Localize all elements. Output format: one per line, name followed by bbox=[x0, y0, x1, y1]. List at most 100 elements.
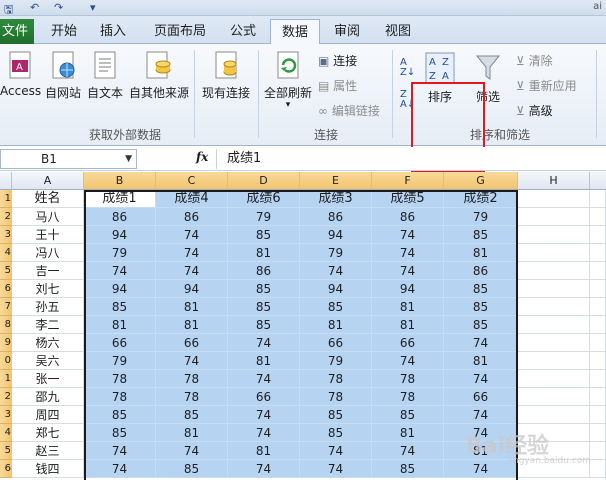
column-header-a[interactable]: A bbox=[12, 172, 84, 190]
table-cell[interactable]: 85 bbox=[444, 280, 518, 298]
table-cell[interactable]: 81 bbox=[300, 316, 372, 334]
table-cell[interactable]: 86 bbox=[228, 262, 300, 280]
table-cell[interactable] bbox=[590, 244, 606, 262]
refresh-all-button[interactable]: 全部刷新 ▾ bbox=[262, 50, 314, 110]
table-cell[interactable] bbox=[590, 226, 606, 244]
table-cell[interactable]: 74 bbox=[84, 460, 156, 478]
table-cell[interactable]: 66 bbox=[156, 334, 228, 352]
table-cell[interactable]: 78 bbox=[84, 370, 156, 388]
table-cell[interactable]: 94 bbox=[84, 226, 156, 244]
table-cell[interactable]: 85 bbox=[300, 406, 372, 424]
table-cell[interactable] bbox=[518, 280, 590, 298]
table-cell[interactable]: 79 bbox=[300, 352, 372, 370]
table-cell[interactable] bbox=[590, 208, 606, 226]
column-header-d[interactable]: D bbox=[228, 172, 300, 190]
table-cell[interactable] bbox=[518, 262, 590, 280]
table-cell[interactable] bbox=[518, 316, 590, 334]
row-header[interactable]: 6 bbox=[0, 460, 12, 478]
clear-button[interactable]: ⊻ 清除 bbox=[516, 52, 553, 69]
table-cell[interactable] bbox=[518, 352, 590, 370]
select-all-corner[interactable] bbox=[0, 172, 12, 190]
table-cell[interactable]: 74 bbox=[372, 442, 444, 460]
table-cell[interactable]: 周四 bbox=[12, 406, 84, 424]
table-cell[interactable]: 86 bbox=[156, 208, 228, 226]
table-cell[interactable]: 成绩6 bbox=[228, 190, 300, 208]
table-cell[interactable] bbox=[518, 244, 590, 262]
table-cell[interactable]: 66 bbox=[300, 334, 372, 352]
table-cell[interactable]: 成绩3 bbox=[300, 190, 372, 208]
table-cell[interactable]: 85 bbox=[228, 280, 300, 298]
table-cell[interactable]: 85 bbox=[156, 460, 228, 478]
table-cell[interactable]: 74 bbox=[156, 442, 228, 460]
sort-a-to-z-button[interactable]: A Z↓ bbox=[400, 58, 415, 78]
row-header[interactable]: 9 bbox=[0, 334, 12, 352]
table-cell[interactable]: 94 bbox=[300, 226, 372, 244]
table-cell[interactable]: 邵九 bbox=[12, 388, 84, 406]
formula-input[interactable]: 成绩1 bbox=[216, 149, 606, 169]
table-cell[interactable]: 81 bbox=[228, 352, 300, 370]
table-cell[interactable]: 74 bbox=[444, 370, 518, 388]
table-cell[interactable]: 冯八 bbox=[12, 244, 84, 262]
row-header[interactable]: 4 bbox=[0, 244, 12, 262]
table-cell[interactable]: 74 bbox=[300, 460, 372, 478]
table-cell[interactable]: 85 bbox=[156, 406, 228, 424]
table-cell[interactable]: 78 bbox=[372, 370, 444, 388]
from-web-button[interactable]: 自网站 bbox=[44, 50, 82, 101]
table-cell[interactable]: 姓名 bbox=[12, 190, 84, 208]
table-cell[interactable]: 94 bbox=[156, 280, 228, 298]
table-cell[interactable] bbox=[590, 442, 606, 460]
table-cell[interactable]: 74 bbox=[156, 352, 228, 370]
tab-view[interactable]: 视图 bbox=[376, 19, 420, 44]
table-cell[interactable]: 81 bbox=[156, 316, 228, 334]
table-cell[interactable]: 74 bbox=[156, 226, 228, 244]
table-cell[interactable]: 刘七 bbox=[12, 280, 84, 298]
table-cell[interactable] bbox=[518, 208, 590, 226]
table-cell[interactable]: 74 bbox=[84, 262, 156, 280]
table-cell[interactable]: 94 bbox=[84, 280, 156, 298]
table-cell[interactable] bbox=[518, 406, 590, 424]
table-cell[interactable]: 74 bbox=[444, 406, 518, 424]
table-cell[interactable]: 郑七 bbox=[12, 424, 84, 442]
table-cell[interactable]: 74 bbox=[300, 262, 372, 280]
customize-quick-access-icon[interactable]: ▾ bbox=[90, 1, 96, 14]
edit-links-button[interactable]: ∞ 编辑链接 bbox=[318, 102, 380, 119]
table-cell[interactable]: 81 bbox=[372, 424, 444, 442]
table-cell[interactable]: 吴六 bbox=[12, 352, 84, 370]
connections-button[interactable]: ▣ 连接 bbox=[318, 52, 357, 69]
name-box[interactable]: B1 ▼ bbox=[0, 149, 137, 169]
table-cell[interactable]: 85 bbox=[228, 226, 300, 244]
table-cell[interactable]: 81 bbox=[156, 298, 228, 316]
table-cell[interactable] bbox=[518, 334, 590, 352]
table-cell[interactable]: 74 bbox=[372, 244, 444, 262]
table-cell[interactable] bbox=[590, 388, 606, 406]
table-cell[interactable]: 85 bbox=[84, 298, 156, 316]
table-cell[interactable]: 张一 bbox=[12, 370, 84, 388]
table-cell[interactable]: 74 bbox=[372, 352, 444, 370]
row-header[interactable]: 2 bbox=[0, 388, 12, 406]
row-header[interactable]: 0 bbox=[0, 352, 12, 370]
tab-file[interactable]: 文件 bbox=[0, 19, 34, 44]
table-cell[interactable]: 李二 bbox=[12, 316, 84, 334]
table-cell[interactable]: 74 bbox=[84, 442, 156, 460]
table-cell[interactable] bbox=[590, 298, 606, 316]
row-header[interactable]: 2 bbox=[0, 208, 12, 226]
reapply-button[interactable]: ⊻ 重新应用 bbox=[516, 77, 577, 94]
table-cell[interactable]: 66 bbox=[228, 388, 300, 406]
table-cell[interactable]: 74 bbox=[300, 442, 372, 460]
existing-connections-button[interactable]: 现有连接 bbox=[198, 50, 254, 101]
table-cell[interactable] bbox=[590, 352, 606, 370]
table-cell[interactable] bbox=[590, 280, 606, 298]
row-header[interactable]: 5 bbox=[0, 262, 12, 280]
table-cell[interactable]: 85 bbox=[84, 424, 156, 442]
undo-icon[interactable]: ↶ bbox=[30, 1, 39, 14]
table-cell[interactable]: 74 bbox=[444, 460, 518, 478]
table-cell[interactable]: 81 bbox=[84, 316, 156, 334]
table-cell[interactable]: 85 bbox=[444, 226, 518, 244]
table-cell[interactable] bbox=[518, 298, 590, 316]
row-header[interactable]: 1 bbox=[0, 370, 12, 388]
table-cell[interactable]: 85 bbox=[372, 406, 444, 424]
table-cell[interactable] bbox=[518, 190, 590, 208]
table-cell[interactable]: 94 bbox=[372, 280, 444, 298]
table-cell[interactable]: 74 bbox=[228, 424, 300, 442]
table-cell[interactable] bbox=[518, 370, 590, 388]
